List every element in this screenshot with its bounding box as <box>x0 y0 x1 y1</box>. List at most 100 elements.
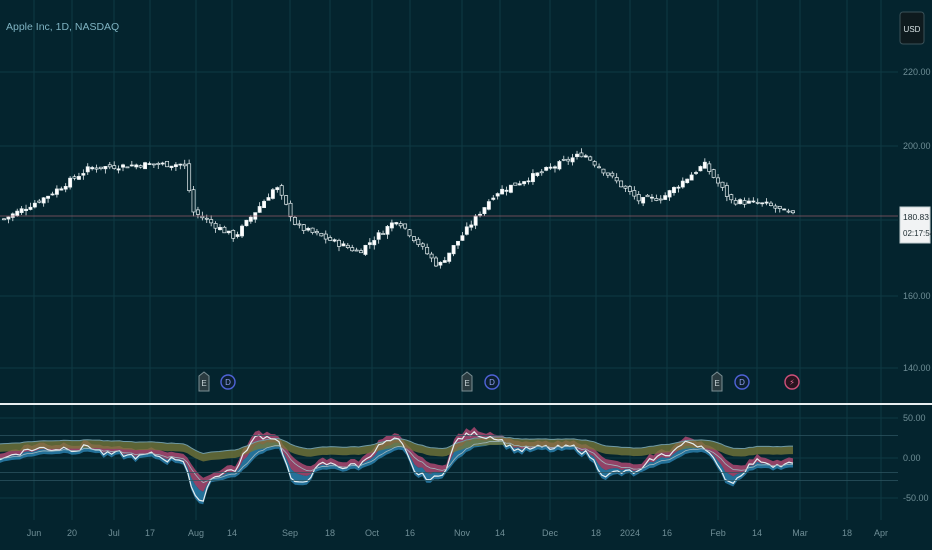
candle <box>610 172 615 177</box>
time-tick-label: Sep <box>282 528 298 538</box>
time-tick-label: 16 <box>405 528 415 538</box>
candle <box>755 202 760 204</box>
candle <box>129 164 134 167</box>
candle <box>658 198 663 201</box>
dividend-marker: D <box>220 374 236 390</box>
candle <box>544 167 549 171</box>
candle <box>125 166 130 169</box>
chart-canvas[interactable]: Apple Inc, 1D, NASDAQ E D E D E D ⚡ 220.00200.… <box>0 0 932 550</box>
candle <box>702 161 707 169</box>
candle <box>751 200 756 203</box>
time-tick-label: Mar <box>792 528 808 538</box>
candle <box>54 188 59 195</box>
candle <box>649 196 654 199</box>
earnings-glyph: E <box>201 379 206 388</box>
time-tick-label: 18 <box>591 528 601 538</box>
candle <box>416 238 421 245</box>
candle <box>398 223 403 227</box>
time-tick-label: Feb <box>710 528 726 538</box>
candle <box>209 219 214 224</box>
candle <box>434 257 438 267</box>
candle <box>372 240 377 246</box>
candle <box>275 187 280 191</box>
candle <box>266 197 271 201</box>
candle <box>716 177 721 184</box>
candle <box>257 206 262 213</box>
candle <box>134 164 139 168</box>
time-tick-label: 20 <box>67 528 77 538</box>
candle <box>151 163 156 166</box>
dividend-glyph: D <box>739 378 745 387</box>
candle <box>90 167 95 170</box>
candle <box>420 243 425 247</box>
candle <box>636 194 641 202</box>
candle <box>28 206 33 210</box>
candle <box>566 158 571 162</box>
candle <box>522 181 527 185</box>
candle <box>698 166 703 172</box>
time-tick-label: 18 <box>325 528 335 538</box>
dividend-glyph: D <box>225 378 231 387</box>
candle <box>411 236 416 242</box>
candle <box>733 200 738 205</box>
candle <box>605 172 610 176</box>
candle <box>548 166 553 169</box>
candle <box>244 219 249 227</box>
time-tick-label: 18 <box>842 528 852 538</box>
candle <box>711 169 716 178</box>
currency-button[interactable]: USD <box>899 11 925 45</box>
candle <box>121 164 125 168</box>
candle <box>240 225 244 237</box>
candle <box>200 215 205 219</box>
pane-separator[interactable] <box>0 403 932 405</box>
dividend-glyph: D <box>489 378 495 387</box>
candle <box>385 226 390 235</box>
candle <box>672 187 676 194</box>
candle <box>284 195 289 205</box>
candle <box>213 223 218 229</box>
candle <box>191 189 196 213</box>
candle <box>694 172 698 174</box>
candle <box>438 261 443 266</box>
candle <box>786 210 791 213</box>
candle <box>557 161 562 170</box>
osc-tick-label: 50.00 <box>903 413 926 423</box>
candle <box>32 202 37 208</box>
candle <box>623 185 628 189</box>
symbol-title[interactable]: Apple Inc, 1D, NASDAQ <box>6 21 119 33</box>
time-tick-label: Apr <box>874 528 888 538</box>
candle <box>429 253 434 259</box>
candle <box>156 163 161 165</box>
candle <box>81 173 86 176</box>
candle <box>495 193 500 197</box>
candle <box>112 165 117 169</box>
candle <box>535 172 540 176</box>
candle <box>19 208 24 213</box>
candle <box>169 165 174 168</box>
price-tick-label: 220.00 <box>903 67 931 77</box>
candle <box>641 197 646 204</box>
candle <box>103 166 108 170</box>
candle <box>680 180 685 188</box>
price-tick-label: 140.00 <box>903 363 931 373</box>
candle <box>579 152 584 158</box>
candle <box>407 229 412 237</box>
candle <box>37 200 42 203</box>
price-tag-value: 180.83 <box>903 212 929 222</box>
candle <box>451 245 456 255</box>
candle <box>469 224 474 228</box>
candle <box>354 249 359 252</box>
price-tick-label: 200.00 <box>903 141 931 151</box>
candle <box>116 168 121 171</box>
osc-tick-label: 0.00 <box>903 453 921 463</box>
time-tick-label: Dec <box>542 528 559 538</box>
candle <box>350 247 355 252</box>
candle <box>173 164 178 167</box>
candle <box>99 166 103 169</box>
candle <box>41 197 46 204</box>
candle <box>588 156 593 161</box>
candle <box>769 202 773 206</box>
candle <box>738 199 743 205</box>
osc-tick-label: -50.00 <box>903 493 929 503</box>
candle <box>85 166 90 173</box>
